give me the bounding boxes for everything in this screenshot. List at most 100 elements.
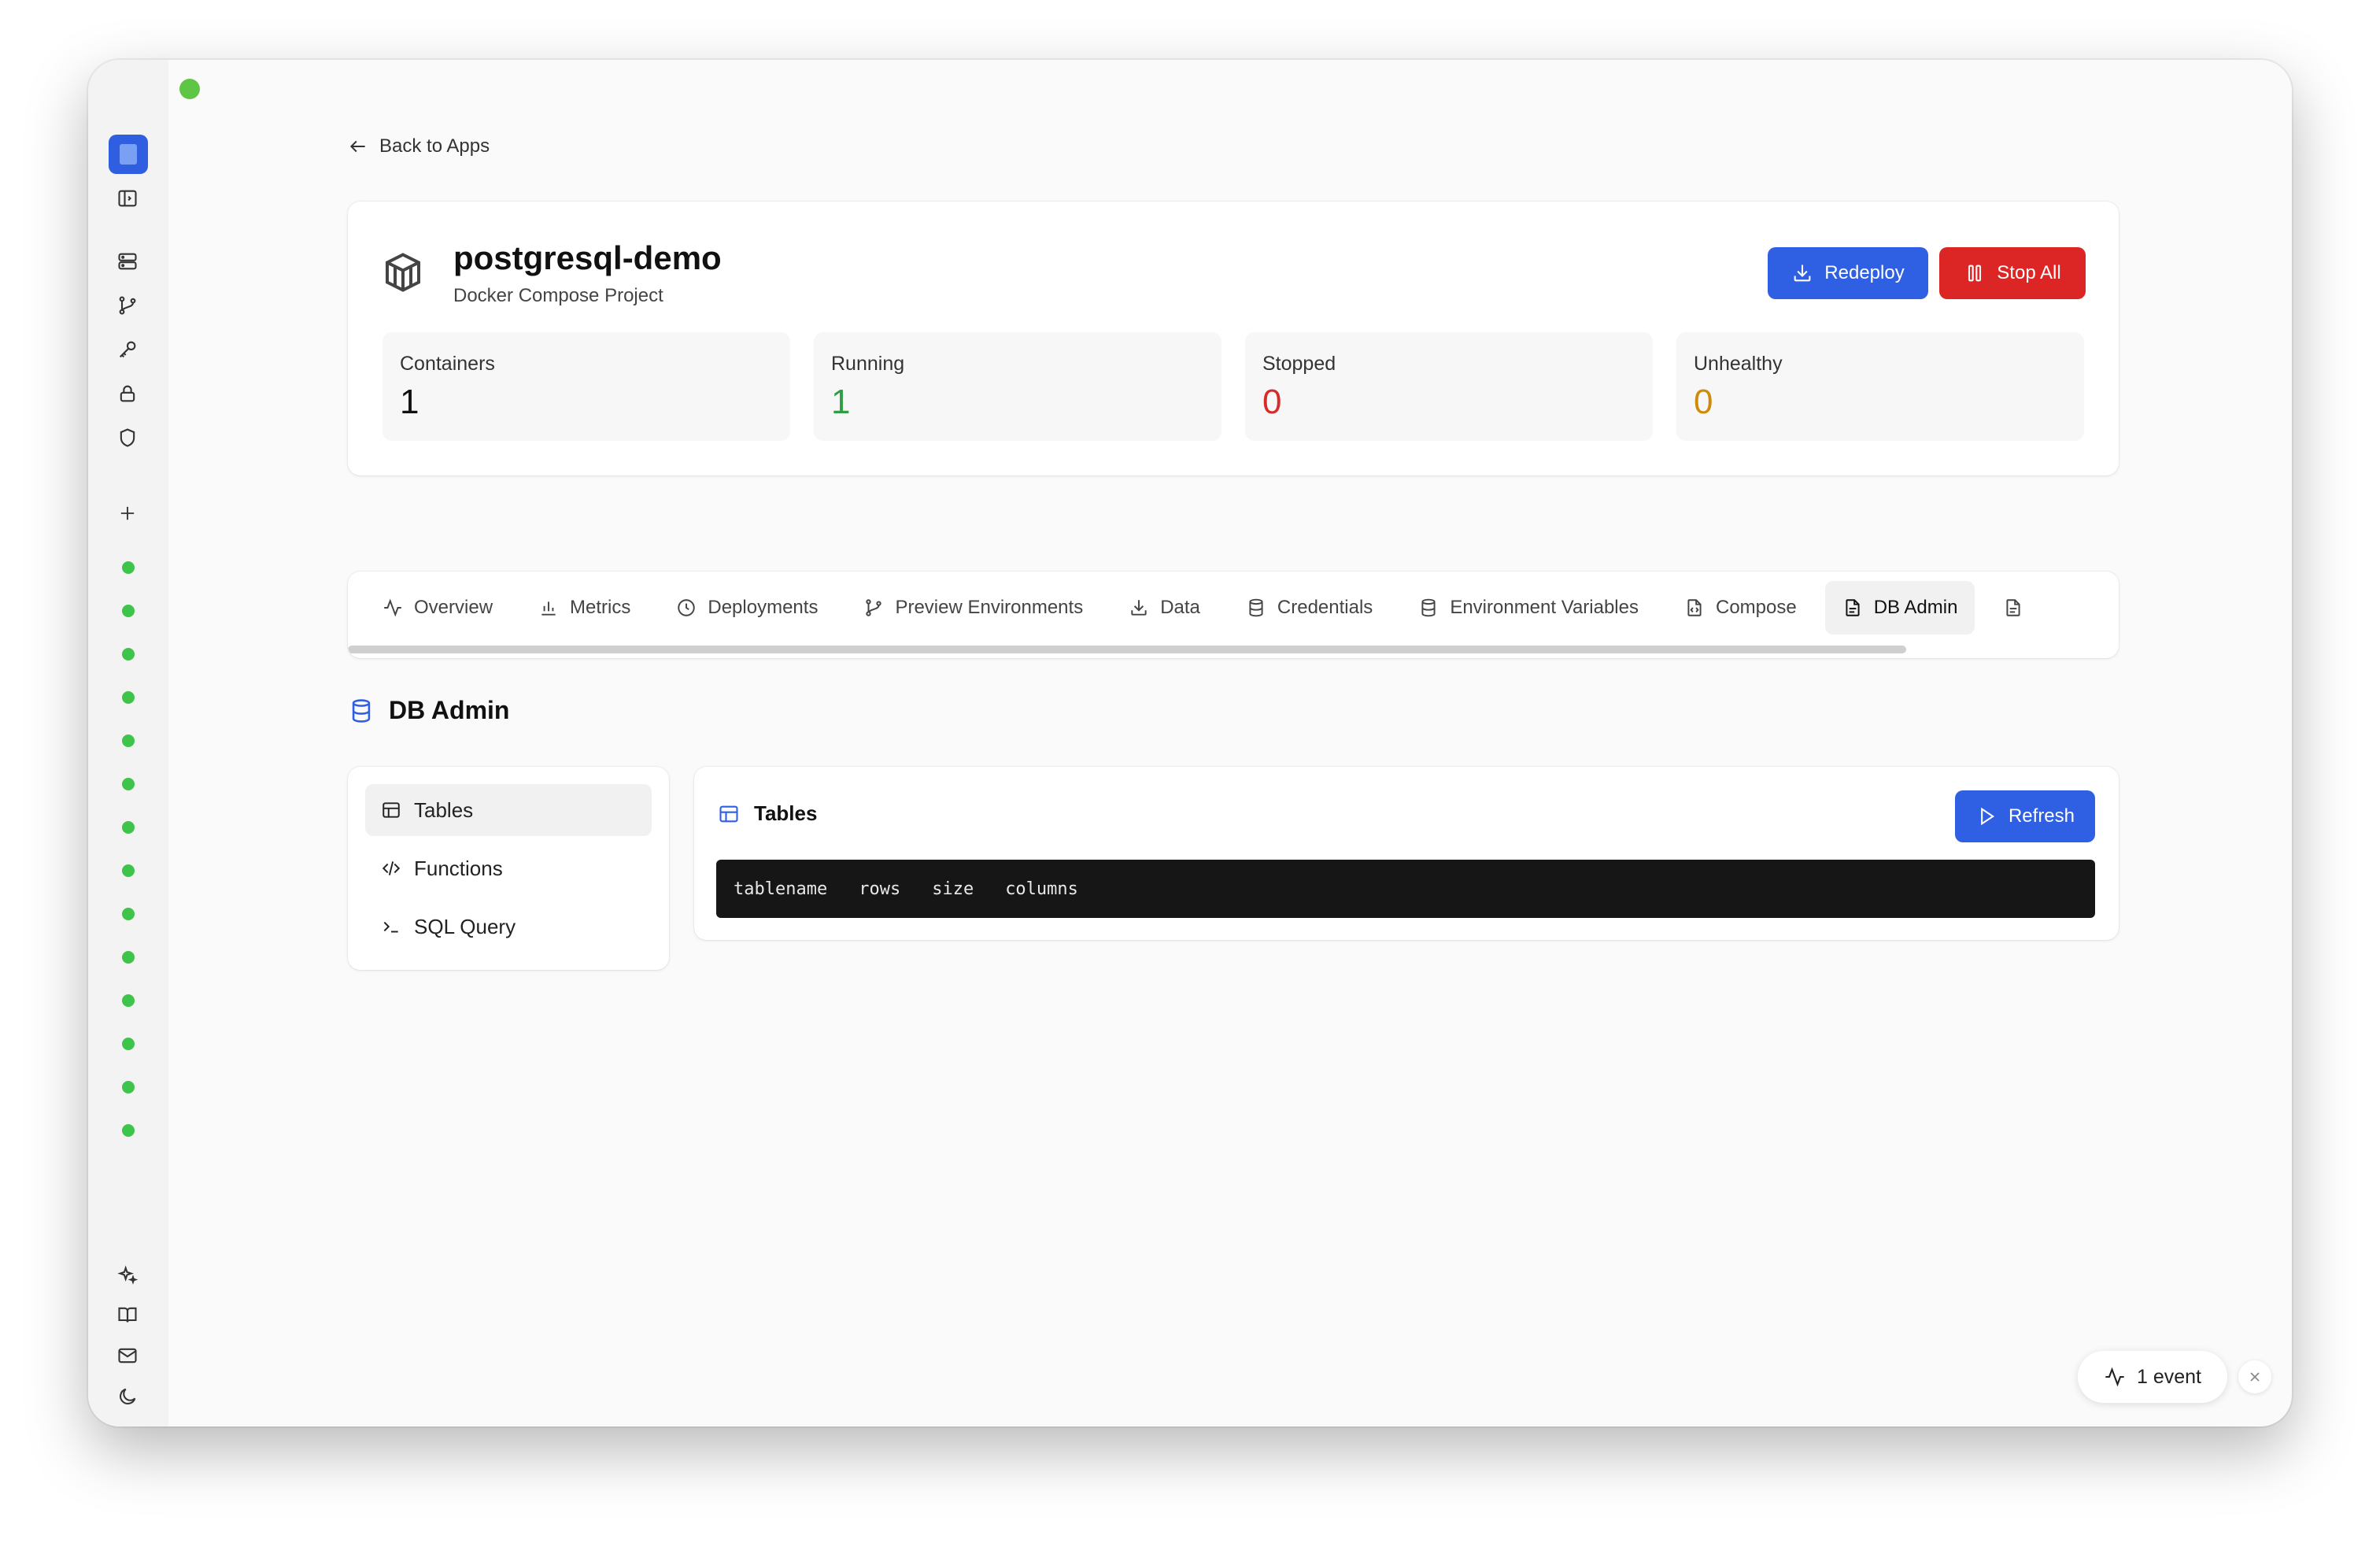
zoom-window-button[interactable]	[179, 79, 200, 99]
git-branch-icon[interactable]	[113, 291, 142, 320]
app-logo[interactable]	[109, 135, 148, 174]
app-status-dot[interactable]	[122, 648, 135, 660]
stat-value: 0	[1262, 383, 1282, 421]
server-icon[interactable]	[113, 247, 142, 276]
stat-value: 1	[400, 383, 419, 421]
tab-db-admin[interactable]: DB Admin	[1824, 581, 1975, 635]
column-header: tablename	[734, 879, 828, 899]
app-status-dot[interactable]	[122, 994, 135, 1007]
file-code-icon	[1687, 599, 1702, 616]
app-status-dot[interactable]	[122, 908, 135, 920]
refresh-button[interactable]: Refresh	[1955, 790, 2095, 842]
terminal-icon	[383, 921, 398, 933]
app-status-dot[interactable]	[122, 691, 135, 704]
git-branch-icon	[866, 599, 882, 616]
stat-containers: Containers 1	[382, 332, 790, 441]
tables-panel-header: Tables	[718, 801, 817, 826]
section-title: DB Admin	[389, 696, 510, 724]
code-icon	[382, 861, 401, 875]
tables-panel-title: Tables	[754, 801, 818, 825]
refresh-label: Refresh	[2008, 805, 2075, 827]
menu-item-functions[interactable]: Functions	[365, 842, 652, 894]
tab-more[interactable]	[1986, 581, 2041, 635]
tab-preview-environments[interactable]: Preview Environments	[846, 581, 1100, 635]
app-status-dot[interactable]	[122, 561, 135, 574]
menu-item-sql-query[interactable]: SQL Query	[365, 901, 652, 953]
table-icon	[719, 805, 738, 822]
stat-running: Running 1	[814, 332, 1221, 441]
tab-label: Compose	[1715, 597, 1797, 618]
tab-overview[interactable]: Overview	[365, 581, 510, 635]
container-icon	[386, 253, 420, 292]
app-status-dot[interactable]	[122, 1081, 135, 1093]
tab-data[interactable]: Data	[1111, 581, 1218, 635]
key-icon[interactable]	[113, 335, 142, 364]
app-status-dot[interactable]	[122, 605, 135, 617]
close-icon	[2250, 1372, 2260, 1382]
stat-value: 0	[1694, 383, 1713, 421]
file-text-icon	[1846, 599, 1860, 616]
clock-icon	[678, 599, 696, 616]
play-icon	[1981, 807, 1995, 826]
stat-label: Containers	[400, 353, 495, 375]
close-events-button[interactable]	[2238, 1360, 2271, 1393]
book-icon[interactable]	[113, 1301, 142, 1329]
back-label: Back to Apps	[379, 135, 490, 157]
stat-stopped: Stopped 0	[1245, 332, 1653, 441]
tables-panel: Tables Refresh tablename rows size colum…	[694, 767, 2119, 940]
main-content: Back to Apps postgresql-demo Docker Comp…	[348, 60, 2292, 1426]
project-header-card: postgresql-demo Docker Compose Project R…	[348, 202, 2119, 475]
menu-label: Functions	[414, 856, 503, 880]
stat-label: Unhealthy	[1694, 353, 1783, 375]
events-toast[interactable]: 1 event	[2078, 1351, 2227, 1403]
tab-metrics[interactable]: Metrics	[521, 581, 648, 635]
tab-compose[interactable]: Compose	[1667, 581, 1814, 635]
mail-icon[interactable]	[113, 1341, 142, 1370]
tab-bar: Overview Metrics Deployments Preview Env…	[348, 572, 2119, 658]
tab-label: Metrics	[570, 597, 631, 618]
stat-unhealthy: Unhealthy 0	[1676, 332, 2084, 441]
app-status-dot[interactable]	[122, 951, 135, 964]
app-status-dot[interactable]	[122, 1124, 135, 1137]
project-subtitle: Docker Compose Project	[453, 285, 663, 306]
app-status-dot[interactable]	[122, 864, 135, 877]
app-status-dot[interactable]	[122, 821, 135, 834]
section-heading: DB Admin	[348, 696, 509, 725]
activity-icon	[2105, 1367, 2124, 1387]
tab-deployments[interactable]: Deployments	[659, 581, 835, 635]
table-icon	[382, 802, 400, 818]
stop-all-button[interactable]: Stop All	[1939, 247, 2086, 299]
lock-icon[interactable]	[113, 379, 142, 408]
stat-label: Stopped	[1262, 353, 1336, 375]
back-to-apps-link[interactable]: Back to Apps	[348, 135, 490, 157]
app-status-dot[interactable]	[122, 778, 135, 790]
tab-label: Data	[1160, 597, 1200, 618]
shield-icon[interactable]	[113, 424, 142, 452]
app-status-dot[interactable]	[122, 734, 135, 747]
file-text-icon	[2006, 599, 2020, 616]
column-header: size	[932, 879, 974, 899]
tab-credentials[interactable]: Credentials	[1229, 581, 1390, 635]
moon-icon[interactable]	[113, 1382, 142, 1411]
tab-label: DB Admin	[1873, 597, 1958, 618]
app-status-dot[interactable]	[122, 1038, 135, 1050]
arrow-left-icon	[349, 140, 365, 153]
tab-scrollbar[interactable]	[348, 646, 1906, 653]
sidebar-toggle-icon[interactable]	[113, 184, 142, 213]
sidebar	[88, 60, 168, 1426]
app-window: Back to Apps postgresql-demo Docker Comp…	[88, 60, 2292, 1426]
sparkles-icon[interactable]	[113, 1261, 142, 1290]
project-title: postgresql-demo	[453, 239, 722, 276]
redeploy-label: Redeploy	[1824, 262, 1905, 283]
bar-chart-icon	[541, 601, 556, 616]
database-icon	[1249, 598, 1263, 617]
add-icon[interactable]	[113, 499, 142, 527]
redeploy-button[interactable]: Redeploy	[1768, 247, 1928, 299]
menu-item-tables[interactable]: Tables	[365, 784, 652, 836]
tab-environment-variables[interactable]: Environment Variables	[1401, 581, 1656, 635]
stop-all-label: Stop All	[1997, 262, 2061, 283]
menu-label: Tables	[414, 797, 474, 822]
tab-label: Overview	[414, 597, 493, 618]
activity-icon	[384, 598, 401, 617]
menu-label: SQL Query	[414, 914, 516, 938]
